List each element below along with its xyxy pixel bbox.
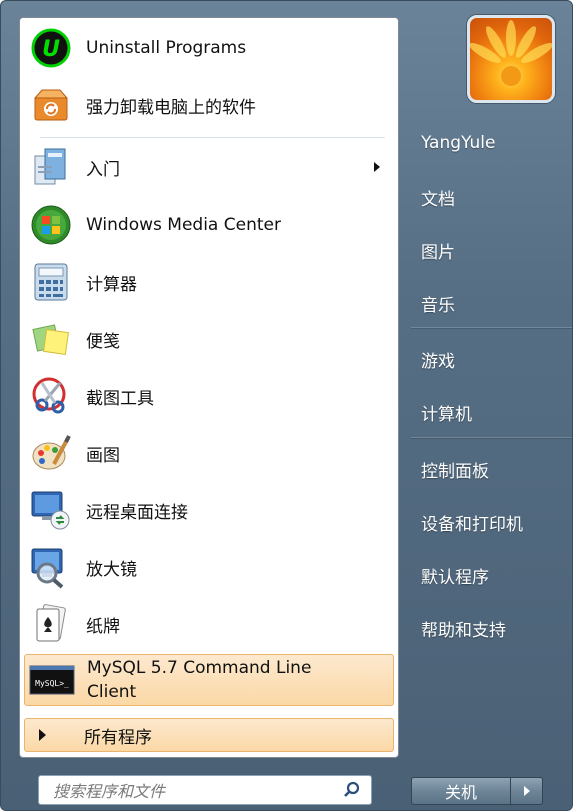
mysql-console-icon: MySQL>_ — [27, 655, 77, 705]
snipping-tool-icon — [26, 371, 76, 421]
program-label: 便笺 — [86, 331, 120, 352]
program-getting-started[interactable]: 入门 — [24, 140, 394, 194]
program-uninstall-programs[interactable]: U Uninstall Programs — [24, 21, 394, 75]
expand-arrow-icon — [39, 729, 46, 741]
start-menu: U Uninstall Programs 强力卸载电脑上的软件 入门 Windo… — [0, 0, 573, 811]
all-programs-button[interactable]: 所有程序 — [24, 718, 394, 752]
recycle-box-icon — [26, 80, 76, 130]
solitaire-card-icon — [26, 599, 76, 649]
programs-pane: U Uninstall Programs 强力卸载电脑上的软件 入门 Windo… — [19, 17, 399, 758]
svg-text:U: U — [42, 37, 60, 62]
program-label: Uninstall Programs — [86, 38, 247, 58]
program-label: 画图 — [86, 445, 120, 466]
remote-desktop-icon — [26, 485, 76, 535]
computer-link[interactable]: 计算机 — [421, 400, 472, 425]
windows-media-center-icon — [26, 200, 76, 250]
program-sticky-notes[interactable]: 便笺 — [24, 312, 394, 366]
iobit-uninstaller-icon: U — [26, 23, 76, 73]
program-label: 纸牌 — [86, 616, 120, 637]
devices-printers-link[interactable]: 设备和打印机 — [421, 510, 523, 535]
program-windows-media-center[interactable]: Windows Media Center — [24, 198, 394, 252]
search-icon[interactable] — [343, 781, 361, 803]
program-magnifier[interactable]: 放大镜 — [24, 540, 394, 594]
pictures-link[interactable]: 图片 — [421, 238, 455, 263]
games-link[interactable]: 游戏 — [421, 347, 455, 372]
search-box[interactable] — [38, 775, 372, 805]
user-avatar[interactable] — [467, 15, 555, 103]
program-label: Windows Media Center — [86, 215, 281, 235]
control-panel-link[interactable]: 控制面板 — [421, 457, 489, 482]
paint-palette-icon — [26, 428, 76, 478]
program-label: 远程桌面连接 — [86, 502, 188, 523]
shutdown-options-button[interactable] — [511, 777, 543, 805]
program-label: 强力卸载电脑上的软件 — [86, 97, 256, 118]
getting-started-icon — [26, 142, 76, 192]
chevron-right-icon — [523, 786, 530, 796]
pinned-separator — [40, 137, 385, 138]
program-calculator[interactable]: 计算器 — [24, 255, 394, 309]
shutdown-button[interactable]: 关机 — [411, 777, 511, 805]
right-separator — [411, 437, 572, 438]
program-label: 截图工具 — [86, 388, 154, 409]
program-force-uninstall[interactable]: 强力卸载电脑上的软件 — [24, 78, 394, 132]
search-input[interactable] — [51, 780, 335, 802]
program-paint[interactable]: 画图 — [24, 426, 394, 480]
right-separator — [411, 327, 572, 328]
program-label: 放大镜 — [86, 559, 137, 580]
shutdown-label: 关机 — [444, 783, 477, 802]
program-mysql-client[interactable]: MySQL>_ MySQL 5.7 Command Line Client — [24, 654, 394, 706]
user-name-link[interactable]: YangYule — [421, 133, 495, 153]
calculator-icon — [26, 257, 76, 307]
sticky-notes-icon — [26, 314, 76, 364]
program-label: MySQL 5.7 Command Line Client — [87, 658, 312, 702]
documents-link[interactable]: 文档 — [421, 185, 455, 210]
mysql-icon-text: MySQL>_ — [35, 679, 69, 688]
program-label: 入门 — [86, 159, 120, 180]
program-remote-desktop[interactable]: 远程桌面连接 — [24, 483, 394, 537]
default-programs-link[interactable]: 默认程序 — [421, 563, 489, 588]
all-programs-label: 所有程序 — [84, 727, 152, 748]
help-support-link[interactable]: 帮助和支持 — [421, 616, 506, 641]
program-snipping-tool[interactable]: 截图工具 — [24, 369, 394, 423]
program-solitaire[interactable]: 纸牌 — [24, 597, 394, 651]
submenu-arrow-icon[interactable] — [374, 162, 380, 172]
program-label: 计算器 — [86, 274, 137, 295]
magnifier-icon — [26, 542, 76, 592]
music-link[interactable]: 音乐 — [421, 291, 455, 316]
